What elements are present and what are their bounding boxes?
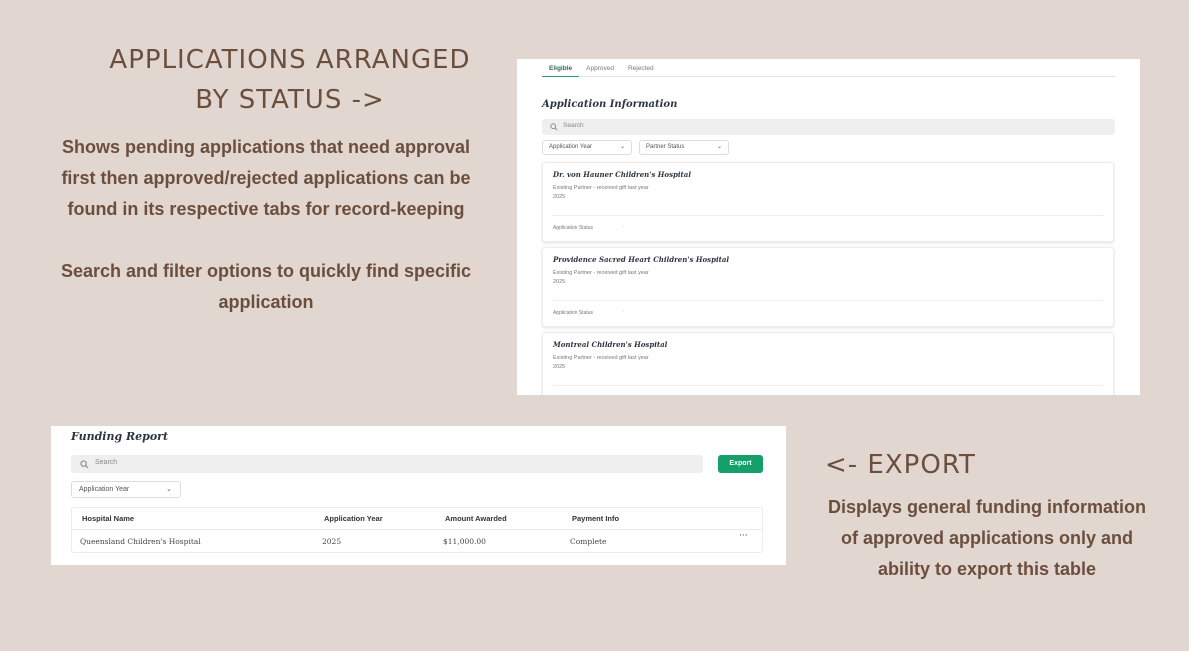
- funding-report-title: Funding Report: [71, 430, 169, 443]
- application-year-filter[interactable]: Application Year ⌄: [542, 140, 632, 155]
- status-annotation-title: APPLICATIONS ARRANGED BY STATUS ->: [60, 40, 520, 120]
- search-annotation-description: Search and filter options to quickly fin…: [30, 256, 502, 318]
- status-indicator: ·: [623, 224, 625, 230]
- hospital-name: Montreal Children's Hospital: [553, 340, 668, 349]
- hospital-name: Providence Sacred Heart Children's Hospi…: [553, 255, 730, 264]
- application-year-text: 2025: [553, 279, 566, 285]
- status-desc-line2: first then approved/rejected application…: [61, 168, 471, 188]
- partner-info: Existing Partner - received gift last ye…: [553, 354, 649, 372]
- funding-report-panel: Funding Report Search Export Application…: [51, 426, 786, 565]
- export-annotation-title: <- EXPORT: [825, 450, 976, 480]
- partner-info: Existing Partner - received gift last ye…: [553, 184, 649, 202]
- column-header-amount[interactable]: Amount Awarded: [445, 514, 507, 523]
- status-desc-line3: found in its respective tabs for record-…: [67, 199, 465, 219]
- card-divider: [553, 300, 1103, 301]
- export-button[interactable]: Export: [718, 455, 763, 473]
- status-annotation-description: Shows pending applications that need app…: [30, 132, 502, 225]
- column-header-hospital[interactable]: Hospital Name: [82, 514, 134, 523]
- funding-table: Hospital Name Application Year Amount Aw…: [71, 507, 763, 553]
- search-icon: [550, 123, 558, 131]
- hospital-name: Dr. von Hauner Children's Hospital: [553, 170, 691, 179]
- chevron-down-icon: ⌄: [619, 144, 625, 150]
- tab-approved[interactable]: Approved: [579, 59, 621, 77]
- application-status-label: Application Status: [553, 310, 594, 316]
- column-header-year[interactable]: Application Year: [324, 514, 383, 523]
- partner-status-text: Existing Partner - received gift last ye…: [553, 355, 649, 361]
- search-placeholder: Search: [563, 122, 584, 129]
- status-desc-line1: Shows pending applications that need app…: [61, 137, 471, 157]
- export-desc-line3: ability to export this table: [877, 559, 1097, 579]
- column-header-payment[interactable]: Payment Info: [572, 514, 619, 523]
- cell-amount: $11,000.00: [443, 537, 486, 546]
- export-desc-line1: Displays general funding information: [827, 497, 1147, 517]
- status-indicator: ·: [623, 309, 625, 315]
- status-tabs: Eligible Approved Rejected: [542, 59, 1115, 77]
- partner-info: Existing Partner - received gift last ye…: [553, 269, 649, 287]
- application-year-filter-label: Application Year: [549, 144, 593, 150]
- export-annotation-description: Displays general funding information of …: [806, 492, 1168, 585]
- partner-status-filter[interactable]: Partner Status ⌄: [639, 140, 729, 155]
- search-icon: [80, 460, 89, 469]
- tab-eligible[interactable]: Eligible: [542, 59, 580, 77]
- cell-year: 2025: [322, 537, 342, 546]
- application-card[interactable]: Dr. von Hauner Children's Hospital Exist…: [542, 162, 1114, 242]
- card-divider: [553, 385, 1103, 386]
- export-desc-line2: of approved applications only and: [840, 528, 1134, 548]
- tab-rejected[interactable]: Rejected: [621, 59, 661, 77]
- search-desc-line1: Search and filter options to quickly fin…: [60, 261, 472, 281]
- status-title-line1: APPLICATIONS ARRANGED: [109, 45, 471, 75]
- application-year-text: 2025: [553, 364, 566, 370]
- funding-search-input[interactable]: Search: [71, 455, 703, 473]
- application-year-filter[interactable]: Application Year ⌄: [71, 481, 181, 498]
- partner-status-text: Existing Partner - received gift last ye…: [553, 270, 649, 276]
- application-card[interactable]: Providence Sacred Heart Children's Hospi…: [542, 247, 1114, 327]
- applications-search-input[interactable]: Search: [542, 119, 1115, 135]
- application-year-filter-label: Application Year: [79, 486, 130, 493]
- application-card[interactable]: Montreal Children's Hospital Existing Pa…: [542, 332, 1114, 395]
- cell-hospital: Queensland Children's Hospital: [80, 537, 201, 546]
- table-header-divider: [72, 529, 762, 530]
- partner-status-text: Existing Partner - received gift last ye…: [553, 185, 649, 191]
- more-options-icon[interactable]: ···: [739, 531, 748, 541]
- card-divider: [553, 215, 1103, 216]
- applications-panel: Eligible Approved Rejected Application I…: [517, 59, 1140, 395]
- application-info-title: Application Information: [542, 99, 678, 110]
- application-year-text: 2025: [553, 194, 566, 200]
- status-title-line2: BY STATUS ->: [195, 85, 385, 115]
- application-status-label: Application Status: [553, 225, 594, 231]
- chevron-down-icon: ⌄: [166, 486, 172, 493]
- partner-status-filter-label: Partner Status: [646, 144, 685, 150]
- cell-payment: Complete: [570, 537, 607, 546]
- search-desc-line2: application: [218, 292, 314, 312]
- chevron-down-icon: ⌄: [716, 144, 722, 150]
- search-placeholder: Search: [95, 459, 118, 466]
